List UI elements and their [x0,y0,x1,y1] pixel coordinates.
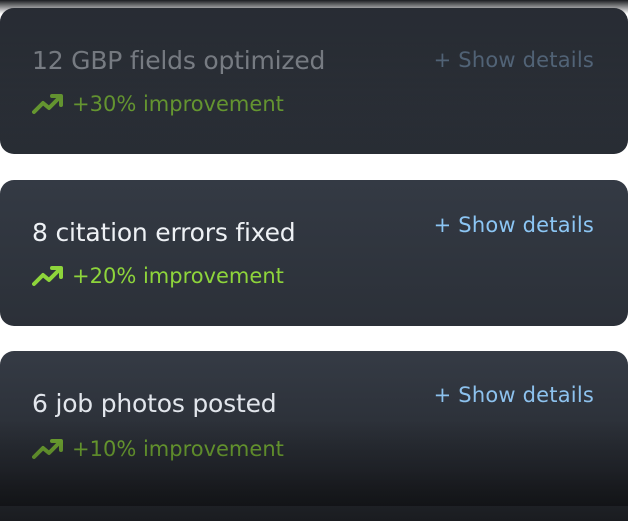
show-details-link[interactable]: + Show details [434,213,594,237]
show-details-link[interactable]: + Show details [434,48,594,72]
improvement-metric: +20% improvement [32,264,284,288]
card-title: 6 job photos posted [32,389,277,418]
card-title: 8 citation errors fixed [32,218,296,247]
trending-up-icon [32,266,63,286]
result-card: 8 citation errors fixed + Show details +… [0,180,628,326]
improvement-metric: +30% improvement [32,92,284,116]
improvement-text: +30% improvement [72,92,284,116]
card-title: 12 GBP fields optimized [32,46,326,75]
show-details-link[interactable]: + Show details [434,383,594,407]
improvement-text: +20% improvement [72,264,284,288]
trending-up-icon [32,439,63,459]
improvement-text: +10% improvement [72,437,284,461]
trending-up-icon [32,94,63,114]
improvement-metric: +10% improvement [32,437,284,461]
result-card: 12 GBP fields optimized + Show details +… [0,8,628,154]
result-card: 6 job photos posted + Show details +10% … [0,351,628,521]
